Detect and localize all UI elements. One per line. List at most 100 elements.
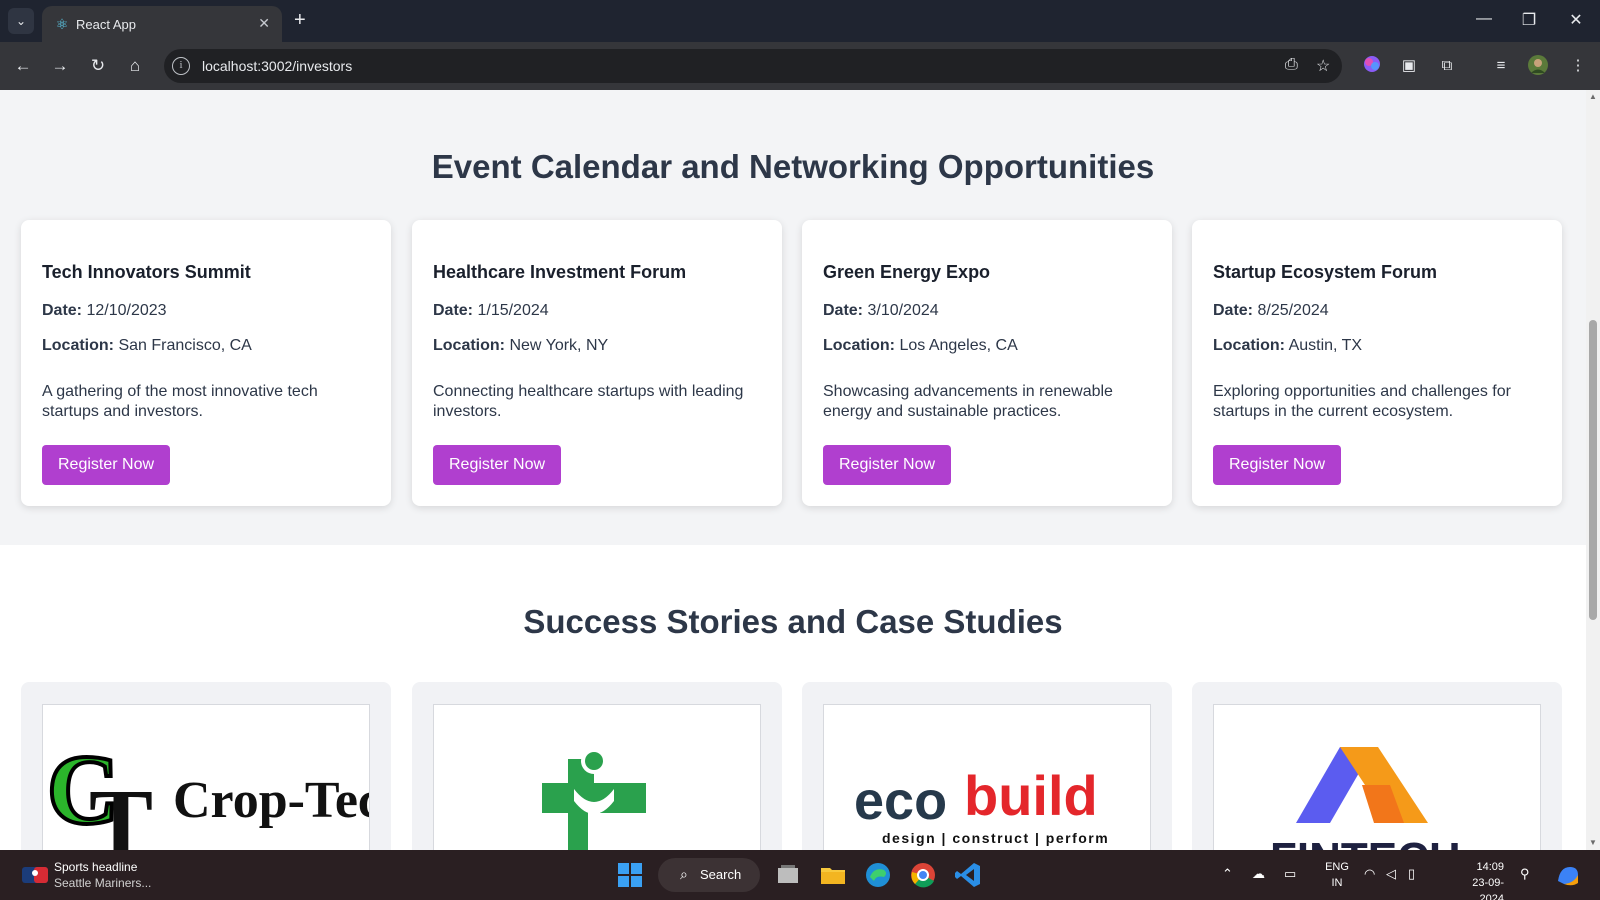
success-stories-section: Success Stories and Case Studies C T Cro…	[0, 545, 1586, 850]
register-now-button[interactable]: Register Now	[823, 445, 952, 485]
register-now-button[interactable]: Register Now	[1213, 445, 1342, 485]
scroll-up-arrow-icon[interactable]: ▲	[1588, 92, 1598, 101]
back-icon[interactable]: ←	[11, 54, 35, 78]
scrollbar-thumb[interactable]	[1589, 320, 1597, 620]
media-extension-icon[interactable]: ▣	[1398, 55, 1420, 77]
chrome-icon[interactable]	[907, 859, 939, 891]
onedrive-icon[interactable]: ☁	[1252, 866, 1265, 882]
tray-overflow-icon[interactable]: ⌃	[1222, 866, 1233, 882]
windows-taskbar: Sports headline Seattle Mariners... ⌕ Se…	[0, 850, 1600, 900]
event-description: Showcasing advancements in renewable ene…	[823, 383, 1113, 420]
date-value: 3/10/2024	[867, 302, 939, 319]
language-indicator[interactable]: ENG IN	[1322, 859, 1352, 891]
browser-toolbar: ← → ↻ ⌂ i localhost:3002/investors ⎙ ☆ ▣…	[0, 42, 1600, 90]
taskbar-search[interactable]: ⌕ Search	[658, 858, 760, 892]
notifications-icon[interactable]: ⚲	[1520, 866, 1530, 882]
page-scrollbar[interactable]: ▲ ▼	[1586, 90, 1600, 850]
bookmark-star-icon[interactable]: ☆	[1316, 56, 1330, 76]
reload-icon[interactable]: ↻	[86, 54, 110, 78]
date-label: Date:	[1213, 302, 1254, 319]
windows-start-icon[interactable]	[614, 859, 646, 891]
story-card[interactable]: eco build design | construct | perform	[802, 682, 1172, 850]
taskbar-search-label: Search	[700, 867, 742, 882]
fintech-logo-text: FINTECH	[1270, 834, 1461, 850]
location-value: Austin, TX	[1288, 337, 1363, 354]
date-label: Date:	[823, 302, 864, 319]
system-clock[interactable]: 14:09 23-09-2024	[1448, 859, 1504, 900]
wifi-icon[interactable]: ◠	[1364, 866, 1375, 882]
date-label: Date:	[42, 302, 83, 319]
copilot-icon[interactable]	[1552, 859, 1584, 891]
event-card: Healthcare Investment Forum Date: 1/15/2…	[412, 220, 782, 506]
address-bar[interactable]: i localhost:3002/investors ⎙ ☆	[164, 49, 1342, 83]
restore-button[interactable]: ❐	[1519, 10, 1539, 30]
ecobuild-logo-text-b: build	[964, 764, 1098, 827]
ecobuild-logo: eco build design | construct | perform	[823, 704, 1151, 850]
battery-icon[interactable]: ▯	[1408, 866, 1415, 882]
clock-date: 23-09-2024	[1472, 877, 1504, 900]
story-card[interactable]: C T Crop-Tech	[21, 682, 391, 850]
event-location: Location: Austin, TX	[1213, 337, 1362, 355]
home-icon[interactable]: ⌂	[123, 54, 147, 78]
story-card[interactable]	[412, 682, 782, 850]
event-title: Green Energy Expo	[823, 262, 991, 282]
extensions-puzzle-icon[interactable]: ⧉	[1436, 55, 1458, 77]
event-location: Location: New York, NY	[433, 337, 608, 355]
event-location: Location: Los Angeles, CA	[823, 337, 1018, 355]
events-section: Event Calendar and Networking Opportunit…	[0, 90, 1586, 545]
clock-time: 14:09	[1476, 861, 1504, 873]
register-now-button[interactable]: Register Now	[433, 445, 562, 485]
site-info-icon[interactable]: i	[172, 57, 190, 75]
volume-icon[interactable]: ◁	[1386, 866, 1396, 882]
tab-close-icon[interactable]: ✕	[258, 15, 270, 32]
browser-menu-icon[interactable]: ⋮	[1567, 55, 1589, 77]
event-title: Tech Innovators Summit	[42, 262, 251, 282]
page-viewport: Event Calendar and Networking Opportunit…	[0, 90, 1586, 850]
install-app-icon[interactable]: ⎙	[1285, 56, 1298, 74]
mlb-news-icon[interactable]	[20, 860, 50, 890]
news-widget[interactable]: Sports headline Seattle Mariners...	[54, 859, 151, 891]
story-card[interactable]: FINTECH	[1192, 682, 1562, 850]
forward-icon[interactable]: →	[48, 54, 72, 78]
event-description: A gathering of the most innovative tech …	[42, 383, 318, 420]
location-value: Los Angeles, CA	[899, 337, 1018, 354]
event-card: Green Energy Expo Date: 3/10/2024 Locati…	[802, 220, 1172, 506]
fintech-logo: FINTECH	[1213, 704, 1541, 850]
date-value: 8/25/2024	[1257, 302, 1329, 319]
language-top: ENG	[1325, 861, 1349, 873]
location-value: New York, NY	[509, 337, 609, 354]
event-date: Date: 8/25/2024	[1213, 302, 1329, 320]
news-subtitle: Seattle Mariners...	[54, 876, 152, 890]
display-icon[interactable]: ▭	[1284, 866, 1296, 882]
location-label: Location:	[823, 337, 895, 354]
browser-tab[interactable]: ⚛ React App ✕	[42, 6, 282, 42]
new-tab-button[interactable]: +	[294, 9, 306, 31]
browser-titlebar: ⌄ ⚛ React App ✕ + — ❐ ✕	[0, 0, 1600, 42]
event-location: Location: San Francisco, CA	[42, 337, 252, 355]
edge-browser-icon[interactable]	[862, 859, 894, 891]
location-value: San Francisco, CA	[118, 337, 252, 354]
news-title: Sports headline	[54, 860, 138, 874]
event-description: Connecting healthcare startups with lead…	[433, 383, 744, 420]
date-value: 1/15/2024	[477, 302, 549, 319]
scroll-down-arrow-icon[interactable]: ▼	[1588, 838, 1598, 847]
close-window-button[interactable]: ✕	[1566, 10, 1586, 30]
url-text[interactable]: localhost:3002/investors	[202, 58, 352, 74]
ecobuild-logo-text-a: eco	[854, 771, 947, 831]
reading-list-icon[interactable]: ≡	[1490, 55, 1512, 77]
vscode-icon[interactable]	[952, 859, 984, 891]
location-label: Location:	[42, 337, 114, 354]
tab-search-button[interactable]: ⌄	[8, 8, 34, 34]
event-date: Date: 3/10/2024	[823, 302, 939, 320]
date-value: 12/10/2023	[86, 302, 167, 319]
profile-avatar[interactable]	[1527, 55, 1549, 77]
file-explorer-icon[interactable]	[817, 859, 849, 891]
minimize-button[interactable]: —	[1474, 10, 1494, 28]
extension-colorful-icon[interactable]	[1361, 55, 1383, 77]
task-view-icon[interactable]	[772, 859, 804, 891]
health-cross-logo	[433, 704, 761, 850]
register-now-button[interactable]: Register Now	[42, 445, 171, 485]
events-heading: Event Calendar and Networking Opportunit…	[431, 148, 1155, 185]
tab-title: React App	[76, 17, 136, 32]
location-label: Location:	[433, 337, 505, 354]
